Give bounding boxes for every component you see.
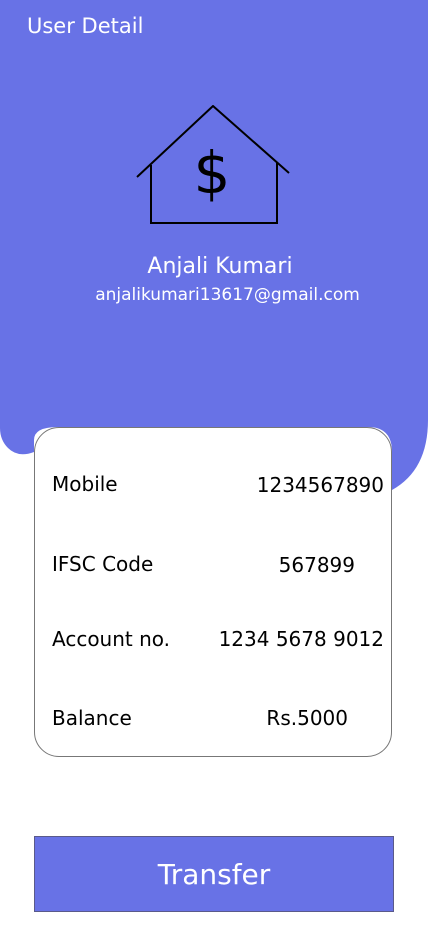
account-number-label: Account no. [52,627,171,651]
mobile-value: 1234567890 [256,473,384,497]
balance-label: Balance [52,706,132,730]
ifsc-value: 567899 [278,553,355,577]
balance-value: Rs.5000 [266,706,348,730]
svg-text:$: $ [194,139,231,207]
transfer-button[interactable]: Transfer [34,836,394,912]
mobile-label: Mobile [52,472,118,496]
page-title: User Detail [27,14,144,38]
ifsc-label: IFSC Code [52,552,154,576]
header-background [0,0,428,490]
account-number-value: 1234 5678 9012 [218,627,384,651]
user-email: anjalikumari13617@gmail.com [95,285,360,305]
user-name: Anjali Kumari [147,254,293,279]
account-details-card: Mobile 1234567890 IFSC Code 567899 Accou… [34,427,392,757]
house-dollar-icon: $ [136,105,290,224]
